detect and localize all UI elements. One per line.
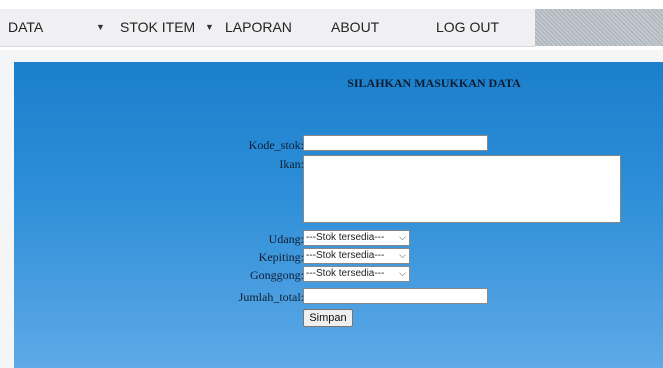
form-panel: SILAHKAN MASUKKAN DATA Kode_stok: Ikan: … [14, 62, 663, 368]
gonggong-select[interactable]: ---Stok tersedia--- ⌵ [303, 266, 410, 282]
form-heading: SILAHKAN MASUKKAN DATA [347, 76, 521, 90]
ikan-label: Ikan: [279, 157, 304, 171]
simpan-button[interactable]: Simpan [303, 309, 353, 327]
kode-stok-input[interactable] [303, 135, 488, 151]
chevron-down-icon[interactable]: ▼ [96, 22, 105, 32]
nav-stok-item[interactable]: STOK ITEM [120, 19, 195, 35]
udang-select[interactable]: ---Stok tersedia--- ⌵ [303, 230, 410, 246]
nav-bar: DATA ▼ STOK ITEM ▼ LAPORAN ABOUT LOG OUT [0, 9, 535, 47]
udang-select-value: ---Stok tersedia--- [306, 232, 385, 243]
gonggong-select-value: ---Stok tersedia--- [306, 268, 385, 279]
kode-stok-label: Kode_stok: [248, 138, 304, 152]
nav-data[interactable]: DATA [8, 19, 43, 35]
udang-label: Udang: [268, 232, 304, 246]
kepiting-select[interactable]: ---Stok tersedia--- ⌵ [303, 248, 410, 264]
chevron-down-icon: ⌵ [399, 250, 406, 260]
gonggong-label: Gonggong: [250, 268, 304, 282]
chevron-down-icon: ⌵ [399, 268, 406, 278]
nav-about[interactable]: ABOUT [331, 19, 379, 35]
chevron-down-icon[interactable]: ▼ [205, 22, 214, 32]
jumlah-total-label: Jumlah_total: [238, 290, 304, 304]
nav-logout[interactable]: LOG OUT [436, 19, 499, 35]
kepiting-label: Kepiting: [258, 250, 304, 264]
pattern-fill [535, 9, 663, 46]
chevron-down-icon: ⌵ [399, 232, 406, 242]
ikan-textarea[interactable] [303, 155, 621, 223]
nav-laporan[interactable]: LAPORAN [225, 19, 292, 35]
kepiting-select-value: ---Stok tersedia--- [306, 250, 385, 261]
jumlah-total-input[interactable] [303, 288, 488, 304]
